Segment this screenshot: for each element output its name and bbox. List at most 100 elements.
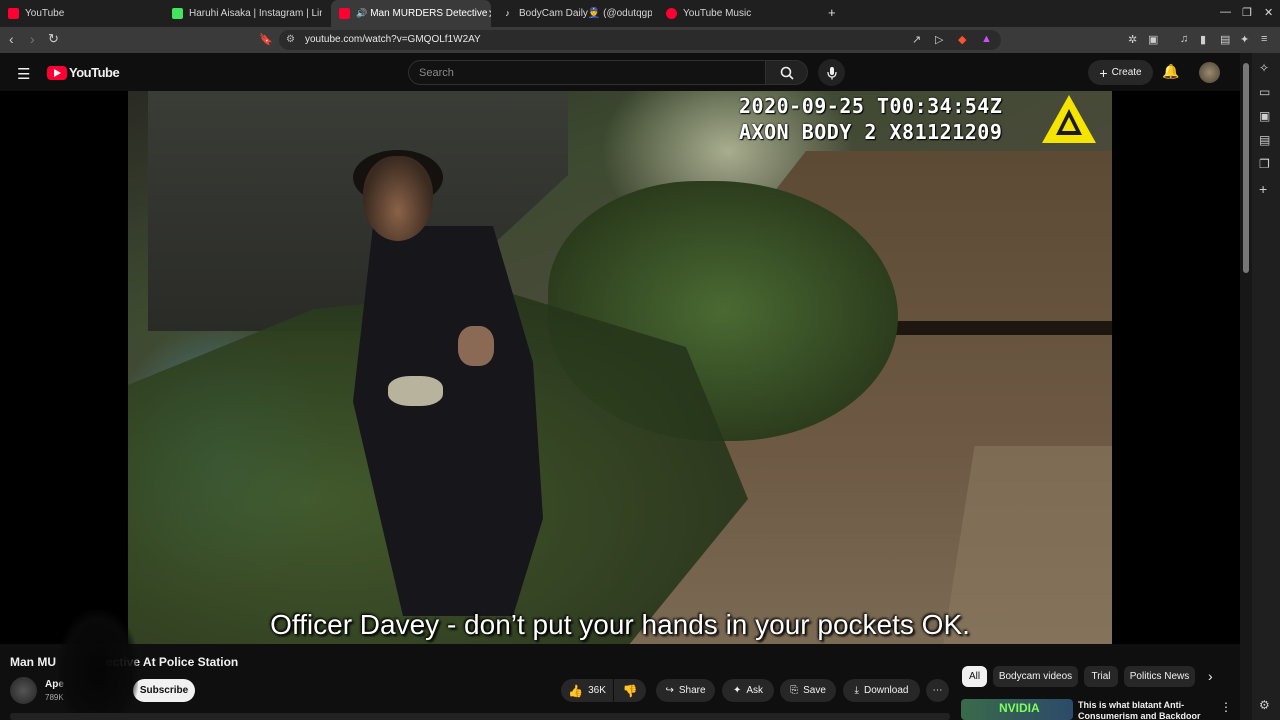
back-icon[interactable]: ‹	[9, 31, 14, 47]
ask-label: Ask	[746, 685, 764, 696]
youtube-logo[interactable]: YouTube	[47, 65, 120, 80]
chip-politics-news[interactable]: Politics News	[1124, 666, 1195, 687]
channel-avatar[interactable]	[10, 677, 37, 704]
search-placeholder: Search	[419, 67, 454, 79]
thumbs-down-icon: 👎	[622, 683, 638, 698]
search-icon	[780, 66, 794, 80]
create-label: Create	[1111, 67, 1142, 78]
brave-rewards-icon[interactable]: ▲	[981, 33, 992, 45]
add-panel-icon[interactable]: +	[1259, 181, 1267, 197]
video-frame[interactable]: 2020-09-25 T00:34:54Z AXON BODY 2 X81121…	[128, 91, 1112, 644]
browser-tab-youtube-music[interactable]: YouTube Music	[666, 0, 816, 27]
reading-list-icon[interactable]: ▭	[1259, 85, 1270, 99]
youtube-logo-text: YouTube	[69, 65, 120, 80]
sparkle-icon: ✦	[732, 685, 742, 696]
youtube-icon	[339, 8, 350, 19]
download-button[interactable]: ⤓ Download	[843, 679, 920, 702]
voice-search-button[interactable]	[818, 59, 845, 86]
restore-icon[interactable]: ❐	[1242, 6, 1252, 19]
tiktok-icon: ♪	[502, 8, 513, 19]
send-icon[interactable]: ▷	[935, 33, 943, 46]
like-count: 36K	[588, 685, 606, 696]
bookmark-icon[interactable]: 🔖	[259, 33, 273, 46]
axon-logo-icon	[1042, 95, 1096, 143]
chip-trial[interactable]: Trial	[1084, 666, 1118, 687]
save-label: Save	[803, 685, 826, 696]
youtube-icon	[8, 8, 19, 19]
recommendation-thumbnail[interactable]: NVIDIA	[961, 699, 1073, 720]
download-icon: ⤓	[854, 685, 859, 696]
close-window-icon[interactable]: ✕	[1264, 6, 1273, 19]
reader-icon[interactable]: ❐	[1259, 157, 1270, 171]
youtube-logo-icon	[47, 65, 67, 80]
scrollbar-thumb[interactable]	[1243, 63, 1249, 273]
browser-tab-active-video[interactable]: 🔊 Man MURDERS Detective ✕	[331, 0, 491, 27]
search-input[interactable]: Search	[408, 60, 766, 85]
minimize-icon[interactable]: —	[1220, 6, 1231, 18]
notifications-bell-icon[interactable]: 🔔	[1162, 63, 1179, 80]
hamburger-menu-icon[interactable]: ☰	[17, 65, 30, 83]
wallet-icon[interactable]: ▤	[1220, 33, 1230, 46]
sidebar-toggle-icon[interactable]: ▮	[1200, 33, 1206, 46]
browser-toolbar: ‹ › ↻ 🔖 ⚙ youtube.com/watch?v=GMQOLf1W2A…	[0, 27, 1280, 53]
wallet-icon[interactable]: ▣	[1259, 109, 1270, 123]
chevron-right-icon[interactable]: ›	[1208, 668, 1213, 684]
youtube-masthead: ☰ YouTube Search + Create 🔔	[0, 53, 1240, 91]
search-button[interactable]	[766, 60, 808, 85]
save-button[interactable]: ⎘ Save	[780, 679, 836, 702]
chip-all[interactable]: All	[962, 666, 987, 687]
recommendation-title[interactable]: This is what blatant Anti-Consumerism an…	[1078, 700, 1218, 720]
chip-bodycam-videos[interactable]: Bodycam videos	[993, 666, 1078, 687]
new-tab-button[interactable]: +	[828, 5, 836, 20]
share-button[interactable]: ↪ Share	[656, 679, 715, 702]
subscribe-button[interactable]: Subscribe	[133, 679, 195, 702]
share-label: Share	[678, 685, 706, 696]
plus-icon: +	[1099, 64, 1108, 81]
forward-icon[interactable]: ›	[30, 31, 35, 47]
extensions-icon[interactable]: ✲	[1128, 33, 1137, 46]
picture-in-picture-icon[interactable]: ▣	[1148, 33, 1158, 46]
more-actions-button[interactable]: ⋯	[926, 679, 949, 702]
tab-title: Man MURDERS Detective	[370, 8, 488, 19]
more-dots-icon: ⋯	[932, 685, 943, 696]
person-figure	[343, 150, 553, 616]
bookmarks-icon[interactable]: ▤	[1259, 133, 1270, 147]
media-control-icon[interactable]: ♫	[1180, 33, 1188, 45]
video-title-part: Man MU	[10, 655, 56, 669]
foreground-shadow	[58, 610, 138, 720]
youtube-music-icon	[666, 8, 677, 19]
thumbs-up-icon: 👍	[568, 683, 584, 698]
audio-playing-icon: 🔊	[356, 8, 368, 18]
create-button[interactable]: + Create	[1088, 60, 1153, 85]
browser-tab-youtube[interactable]: YouTube	[8, 0, 168, 27]
ask-button[interactable]: ✦ Ask	[722, 679, 774, 702]
description-panel-edge	[10, 713, 950, 720]
tab-title: YouTube	[25, 8, 65, 19]
page-scrollbar[interactable]	[1240, 53, 1252, 720]
like-button[interactable]: 👍 36K	[561, 679, 613, 702]
video-caption: Officer Davey - don’t put your hands in …	[270, 609, 970, 640]
share-icon: ↪	[665, 685, 674, 696]
thumbnail-text: NVIDIA	[999, 701, 1040, 715]
tab-title: YouTube Music	[683, 8, 752, 19]
close-tab-icon[interactable]: ✕	[487, 7, 491, 21]
browser-tab-tiktok[interactable]: ♪ BodyCam Daily👮 (@odutqgp71	[502, 0, 652, 27]
reload-icon[interactable]: ↻	[48, 31, 59, 47]
leo-ai-icon[interactable]: ✦	[1240, 33, 1249, 46]
site-info-icon[interactable]: ⚙	[286, 34, 295, 45]
browser-tab-strip: YouTube Haruhi Aisaka | Instagram | Lin …	[0, 0, 1280, 27]
browser-tab-instagram[interactable]: Haruhi Aisaka | Instagram | Lin	[172, 0, 322, 27]
dislike-button[interactable]: 👎	[614, 679, 646, 702]
video-player[interactable]: 2020-09-25 T00:34:54Z AXON BODY 2 X81121…	[0, 91, 1240, 644]
settings-gear-icon[interactable]: ⚙	[1259, 698, 1270, 712]
linktree-icon	[172, 8, 183, 19]
leo-ai-icon[interactable]: ✧	[1259, 61, 1269, 75]
menu-icon[interactable]: ≡	[1261, 33, 1267, 45]
account-avatar[interactable]	[1199, 62, 1220, 83]
brave-shield-icon[interactable]: ◆	[958, 33, 966, 46]
download-label: Download	[863, 685, 909, 696]
bodycam-device-id: AXON BODY 2 X81121209	[739, 120, 1003, 144]
open-external-icon[interactable]: ↗	[912, 33, 921, 46]
address-bar[interactable]: ⚙ youtube.com/watch?v=GMQOLf1W2AY	[279, 30, 1001, 50]
recommendation-more-icon[interactable]: ⋮	[1220, 700, 1232, 714]
